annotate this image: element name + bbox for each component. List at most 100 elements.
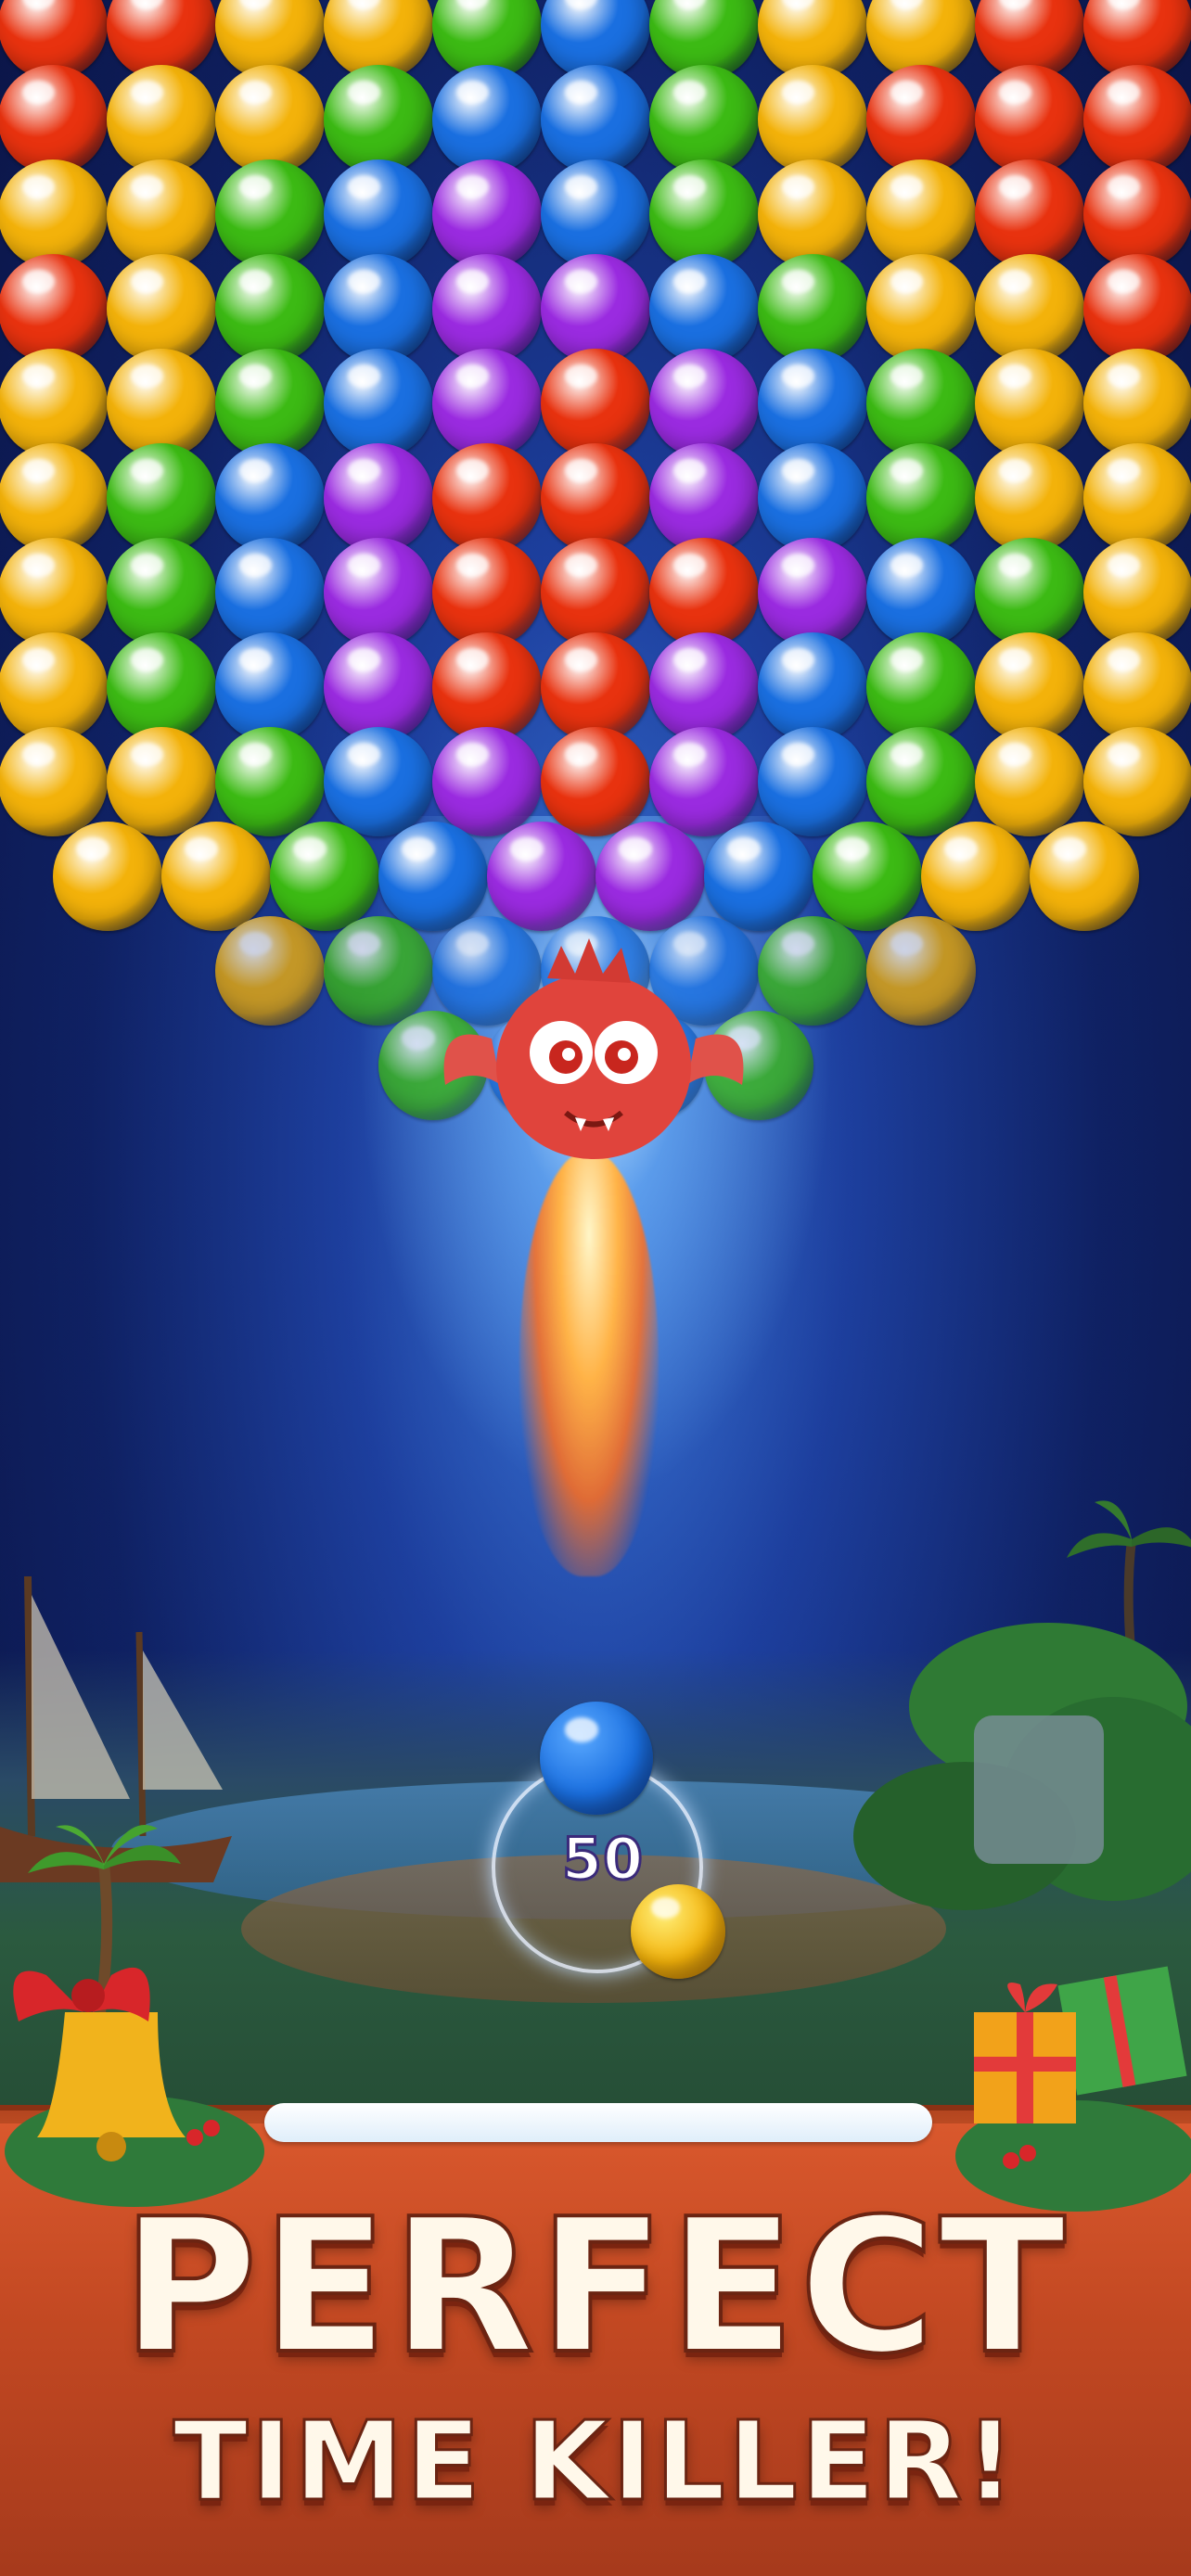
bubble-yellow xyxy=(975,727,1084,836)
bubble-purple xyxy=(324,632,433,742)
bubble-purple xyxy=(649,349,759,458)
bubble-green xyxy=(269,822,379,931)
bubble-green xyxy=(758,254,867,363)
bubble-yellow xyxy=(866,254,976,363)
bubble-green xyxy=(215,349,325,458)
bubble-red xyxy=(541,349,650,458)
game-scene: 50 PERFECT TIME KILLER! xyxy=(0,0,1191,2576)
bubble-purple xyxy=(649,632,759,742)
bubble-green xyxy=(324,916,433,1026)
bubble-red xyxy=(1083,65,1191,174)
bubble-green xyxy=(649,65,759,174)
bubble-red xyxy=(975,159,1084,269)
bubble-yellow xyxy=(1083,727,1191,836)
bubble-purple xyxy=(758,538,867,647)
bubble-green xyxy=(107,632,216,742)
bubble-yellow xyxy=(107,349,216,458)
bubble-green xyxy=(324,65,433,174)
fire-trail xyxy=(519,1150,659,1576)
bubble-red xyxy=(649,538,759,647)
bubble-red xyxy=(0,65,108,174)
bubble-yellow xyxy=(920,822,1031,931)
bubble-yellow xyxy=(1029,822,1139,931)
bubble-purple xyxy=(324,443,433,553)
christmas-bell-decoration xyxy=(5,1967,264,2207)
bubble-green xyxy=(758,916,867,1026)
bubble-green xyxy=(866,727,976,836)
headline-line-2: TIME KILLER! xyxy=(172,2396,1018,2527)
bubble-green xyxy=(107,443,216,553)
bubble-yellow xyxy=(0,632,108,742)
snow-ledge xyxy=(264,2103,932,2142)
bubble-blue xyxy=(758,443,867,553)
bubble-blue xyxy=(758,727,867,836)
bubble-yellow xyxy=(0,727,108,836)
bubble-yellow xyxy=(0,443,108,553)
bubble-green xyxy=(866,349,976,458)
next-bubble[interactable] xyxy=(631,1884,725,1979)
dragon-character xyxy=(443,938,744,1159)
bubble-blue xyxy=(866,538,976,647)
bubble-purple xyxy=(486,822,596,931)
bubble-blue xyxy=(541,65,650,174)
bubble-blue xyxy=(378,822,488,931)
bubble-yellow xyxy=(107,159,216,269)
bubble-blue xyxy=(541,159,650,269)
bubble-yellow xyxy=(975,632,1084,742)
bubble-blue xyxy=(758,632,867,742)
bubble-yellow xyxy=(107,727,216,836)
bubble-purple xyxy=(432,254,542,363)
bubble-yellow xyxy=(1083,538,1191,647)
bubble-green xyxy=(215,254,325,363)
bubble-yellow xyxy=(1083,632,1191,742)
bubble-yellow xyxy=(975,443,1084,553)
bubble-purple xyxy=(324,538,433,647)
current-bubble[interactable] xyxy=(540,1702,653,1815)
bubble-red xyxy=(541,632,650,742)
bubble-green xyxy=(215,159,325,269)
bubble-yellow xyxy=(1083,349,1191,458)
bubble-yellow xyxy=(52,822,162,931)
bubble-blue xyxy=(215,538,325,647)
bubble-red xyxy=(1083,159,1191,269)
bubble-green xyxy=(975,538,1084,647)
bubble-green xyxy=(812,822,922,931)
bubble-yellow xyxy=(215,65,325,174)
bubble-blue xyxy=(703,822,813,931)
bubble-yellow xyxy=(107,65,216,174)
bubble-yellow xyxy=(0,159,108,269)
bubble-blue xyxy=(324,349,433,458)
bubble-purple xyxy=(649,443,759,553)
bubble-red xyxy=(975,65,1084,174)
bubble-red xyxy=(432,538,542,647)
bubble-blue xyxy=(758,349,867,458)
bubble-purple xyxy=(432,159,542,269)
bubble-red xyxy=(541,443,650,553)
bubble-red xyxy=(866,65,976,174)
bubble-yellow xyxy=(975,254,1084,363)
bubble-red xyxy=(541,727,650,836)
bubble-purple xyxy=(432,727,542,836)
bubble-purple xyxy=(649,727,759,836)
bubble-blue xyxy=(649,254,759,363)
bubble-purple xyxy=(432,349,542,458)
bubble-blue xyxy=(324,254,433,363)
jungle-foliage xyxy=(853,1623,1191,1910)
bubble-blue xyxy=(432,65,542,174)
bubble-purple xyxy=(595,822,705,931)
bubble-green xyxy=(649,159,759,269)
bubble-yellow xyxy=(0,538,108,647)
bubble-blue xyxy=(215,443,325,553)
bubble-blue xyxy=(215,632,325,742)
bubble-blue xyxy=(324,727,433,836)
bubble-yellow xyxy=(758,65,867,174)
bubble-blue xyxy=(324,159,433,269)
bubble-yellow xyxy=(107,254,216,363)
bubble-yellow xyxy=(215,916,325,1026)
bubble-yellow xyxy=(758,159,867,269)
bubble-red xyxy=(0,254,108,363)
bubble-yellow xyxy=(0,349,108,458)
gift-boxes-decoration xyxy=(955,1966,1191,2212)
bubble-red xyxy=(1083,254,1191,363)
bubble-yellow xyxy=(160,822,271,931)
